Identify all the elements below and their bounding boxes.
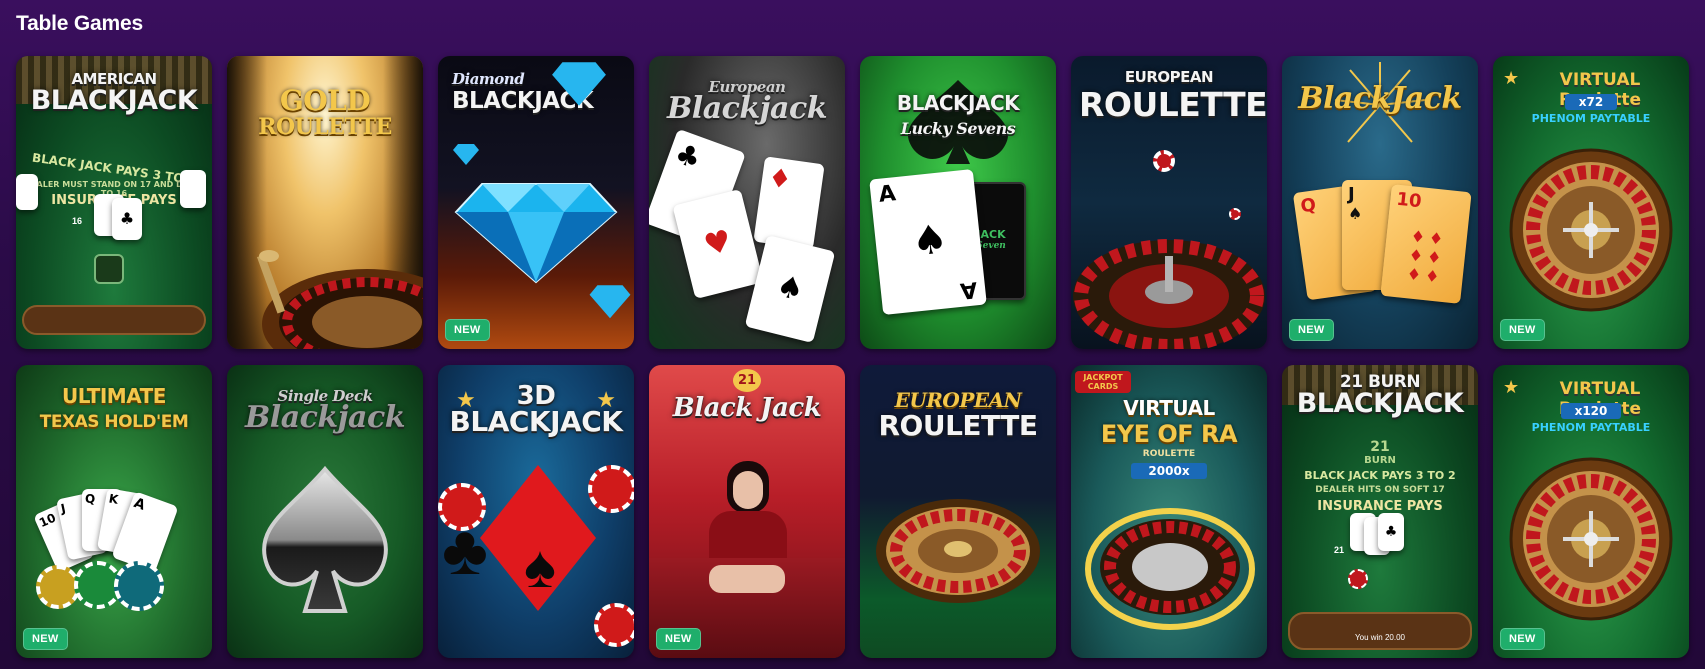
dealer-figure (705, 461, 789, 571)
roulette-wheel-icon (1509, 148, 1673, 312)
game-tile-3d-blackjack[interactable]: ★ ★ 3D BLACKJACK ♣ ♠ (438, 365, 634, 658)
star-icon: ★ (1503, 68, 1520, 88)
casino-chip-icon (438, 483, 486, 531)
badge-21: 21 (733, 369, 761, 392)
game-tile-european-blackjack[interactable]: European Blackjack ♣ ♦ ♥ ♠ (649, 56, 845, 349)
section-title: Table Games (16, 12, 143, 35)
games-grid: AMERICAN BLACKJACK BLACK JACK PAYS 3 TO 2… (16, 56, 1692, 658)
game-tile-virtual-roulette-x120[interactable]: ★ VIRTUAL Roulette x120 PHENOM PAYTABLE … (1493, 365, 1689, 658)
playing-card-icon (180, 170, 206, 208)
dealer-hands (709, 565, 785, 593)
playing-card-icon: A ♠ A (869, 168, 987, 316)
game-tile-blackjack[interactable]: BlackJack Q J ♠ 10 ♦♦ ♦♦ ♦♦ NEW (1282, 56, 1478, 349)
new-badge: NEW (445, 319, 490, 341)
roulette-wheel-icon (1073, 239, 1265, 349)
star-icon: ★ (1503, 377, 1520, 397)
game-tile-black-jack-dealer[interactable]: 21 Black Jack NEW (649, 365, 845, 658)
roulette-wheel-icon (876, 499, 1040, 603)
game-tile-ultimate-texas-holdem[interactable]: ULTIMATE TEXAS HOLD'EM 10 J Q K A NEW (16, 365, 212, 658)
playing-card-icon: ♣ (1378, 513, 1404, 551)
casino-chip-icon (1229, 208, 1241, 220)
game-tile-diamond-blackjack[interactable]: Diamond BLACKJACK NEW (438, 56, 634, 349)
playing-card-icon (16, 174, 38, 210)
playing-card-icon: ♣ (112, 198, 142, 240)
diamond-gem-icon (453, 144, 479, 165)
game-tile-virtual-eye-of-ra[interactable]: JACKPOT CARDS VIRTUAL EYE OF RA ROULETTE … (1071, 365, 1267, 658)
table-games-section: Table Games AMERICAN BLACKJACK BLACK JACK… (0, 0, 1705, 669)
roulette-wheel-icon (1509, 457, 1673, 621)
playing-card-icon: 10 ♦♦ ♦♦ ♦♦ (1380, 184, 1472, 304)
game-tile-blackjack-lucky-sevens[interactable]: BLACKJACK Lucky Sevens JACK Seven A ♠ A (860, 56, 1056, 349)
casino-chip-icon (1348, 569, 1368, 589)
new-badge: NEW (1500, 319, 1545, 341)
game-tile-virtual-roulette-x72[interactable]: ★ VIRTUAL Roulette x72 PHENOM PAYTABLE N… (1493, 56, 1689, 349)
diamond-gem-icon (589, 285, 631, 319)
game-tile-single-deck-blackjack[interactable]: Single Deck Blackjack (227, 365, 423, 658)
casino-chip-icon (594, 603, 634, 647)
new-badge: NEW (23, 628, 68, 650)
roulette-wheel-icon (256, 250, 423, 349)
diamond-gem-icon (454, 183, 618, 284)
casino-chip-icon (1153, 150, 1175, 172)
new-badge: NEW (656, 628, 701, 650)
spade-icon: ♠ (524, 533, 556, 600)
new-badge: NEW (1289, 319, 1334, 341)
diamond-gem-icon (552, 62, 606, 106)
game-tile-european-roulette[interactable]: EUROPEAN ROULETTE (1071, 56, 1267, 349)
game-tile-gold-roulette[interactable]: GOLD ROULETTE (227, 56, 423, 349)
game-tile-european-roulette-gold[interactable]: EUROPEAN ROULETTE (860, 365, 1056, 658)
playing-card-icon: ♦ (753, 156, 825, 250)
table-rail (1288, 612, 1472, 650)
roulette-wheel-icon (1085, 508, 1255, 630)
spade-icon (262, 465, 388, 613)
casino-chip-icon (588, 465, 634, 513)
new-badge: NEW (1500, 628, 1545, 650)
casino-chip-icon (94, 254, 124, 284)
game-tile-american-blackjack[interactable]: AMERICAN BLACKJACK BLACK JACK PAYS 3 TO 2… (16, 56, 212, 349)
table-rail (22, 305, 206, 335)
casino-chip-icon (114, 561, 164, 611)
game-tile-21-burn-blackjack[interactable]: 21 BURN BLACKJACK 21 BURN BLACK JACK PAYS… (1282, 365, 1478, 658)
